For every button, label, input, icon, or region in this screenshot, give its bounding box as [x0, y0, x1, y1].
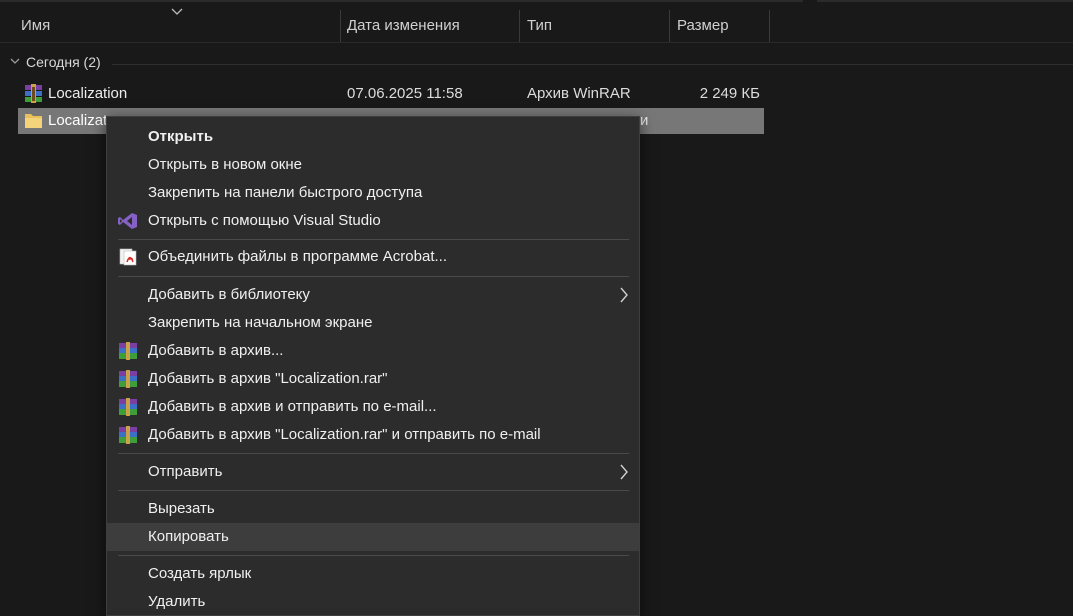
column-name[interactable]: Имя — [14, 8, 340, 42]
file-size: 2 249 КБ — [699, 85, 760, 102]
file-type-partial: и — [640, 112, 649, 129]
menu-item-label: Закрепить на панели быстрого доступа — [148, 184, 423, 201]
column-size[interactable]: Размер — [670, 8, 770, 42]
acrobat-icon — [119, 248, 137, 266]
menu-item-pin-start[interactable]: Закрепить на начальном экране — [107, 309, 639, 337]
menu-item-label: Создать ярлык — [148, 565, 252, 582]
menu-item-create-shortcut[interactable]: Создать ярлык — [107, 560, 639, 588]
visual-studio-icon — [118, 213, 137, 229]
menu-item-label: Закрепить на начальном экране — [148, 314, 373, 331]
menu-item-label: Открыть с помощью Visual Studio — [148, 212, 381, 229]
header-divider — [0, 42, 1073, 43]
file-row[interactable]: Localization 07.06.2025 11:58 Архив WinR… — [18, 81, 764, 107]
menu-item-label: Открыть — [148, 128, 214, 145]
menu-item-label: Добавить в архив "Localization.rar" и от… — [148, 426, 541, 443]
folder-icon — [25, 114, 42, 128]
menu-item-label: Открыть в новом окне — [148, 156, 302, 173]
file-name: Localizat — [48, 112, 108, 129]
group-label: Сегодня (2) — [26, 54, 101, 70]
winrar-icon — [119, 426, 137, 444]
menu-item-cut[interactable]: Вырезать — [107, 495, 639, 523]
menu-item-pin-quick-access[interactable]: Закрепить на панели быстрого доступа — [107, 179, 639, 207]
menu-item-label: Отправить — [148, 463, 223, 480]
winrar-icon — [119, 398, 137, 416]
winrar-icon — [119, 342, 137, 360]
chevron-down-icon[interactable] — [9, 55, 21, 67]
menu-item-open-with-visual-studio[interactable]: Открыть с помощью Visual Studio — [107, 207, 639, 235]
menu-separator — [118, 555, 629, 556]
context-menu: Открыть Открыть в новом окне Закрепить н… — [106, 116, 640, 616]
column-date[interactable]: Дата изменения — [340, 8, 520, 42]
menu-item-open[interactable]: Открыть — [107, 123, 639, 151]
menu-item-label: Копировать — [148, 528, 229, 545]
menu-item-open-new-window[interactable]: Открыть в новом окне — [107, 151, 639, 179]
column-type[interactable]: Тип — [520, 8, 670, 42]
menu-item-add-to-archive[interactable]: Добавить в архив... — [107, 337, 639, 365]
column-header: Имя Дата изменения Тип Размер — [0, 8, 1073, 42]
file-date: 07.06.2025 11:58 — [347, 85, 463, 102]
menu-item-add-to-archive-rar[interactable]: Добавить в архив "Localization.rar" — [107, 365, 639, 393]
menu-item-label: Вырезать — [148, 500, 215, 517]
menu-item-label: Объединить файлы в программе Acrobat... — [148, 248, 447, 265]
menu-item-label: Удалить — [148, 593, 206, 610]
menu-item-acrobat-combine[interactable]: Объединить файлы в программе Acrobat... — [107, 243, 639, 271]
group-header-today[interactable]: Сегодня (2) — [0, 52, 1073, 74]
group-divider — [112, 64, 1073, 65]
menu-item-label: Добавить в библиотеку — [148, 286, 310, 303]
menu-separator — [118, 239, 629, 240]
top-border — [0, 0, 1073, 3]
menu-item-add-to-library[interactable]: Добавить в библиотеку — [107, 281, 639, 309]
menu-item-archive-rar-and-email[interactable]: Добавить в архив "Localization.rar" и от… — [107, 421, 639, 449]
chevron-right-icon — [620, 464, 628, 480]
menu-separator — [118, 453, 629, 454]
menu-item-label: Добавить в архив... — [148, 342, 284, 359]
chevron-right-icon — [620, 287, 628, 303]
menu-separator — [118, 276, 629, 277]
menu-item-archive-and-email[interactable]: Добавить в архив и отправить по e-mail..… — [107, 393, 639, 421]
menu-item-send-to[interactable]: Отправить — [107, 458, 639, 486]
menu-item-label: Добавить в архив и отправить по e-mail..… — [148, 398, 437, 415]
menu-separator — [118, 490, 629, 491]
file-type: Архив WinRAR — [527, 85, 631, 102]
menu-item-copy[interactable]: Копировать — [107, 523, 639, 551]
column-divider[interactable] — [769, 10, 770, 42]
menu-item-delete[interactable]: Удалить — [107, 588, 639, 616]
winrar-icon — [119, 370, 137, 388]
file-name: Localization — [48, 85, 128, 102]
winrar-archive-icon — [25, 84, 42, 103]
menu-item-label: Добавить в архив "Localization.rar" — [148, 370, 388, 387]
